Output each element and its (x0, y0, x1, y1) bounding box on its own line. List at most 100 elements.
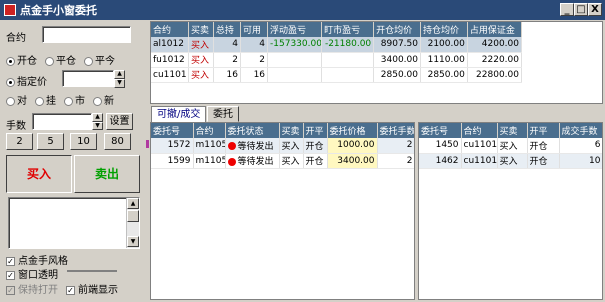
sell-button[interactable]: 卖出 (74, 155, 140, 193)
status-text: 等待发出 (237, 141, 274, 152)
contract-input[interactable] (42, 26, 131, 43)
ord-col-price[interactable]: 委托价格 (327, 123, 378, 138)
settings-button[interactable]: 设置 (106, 113, 133, 130)
qty-up-icon[interactable]: ▲ (92, 113, 103, 122)
price-type-group: 对 挂 市 新 (6, 92, 114, 107)
cell: cu1101 (461, 153, 498, 169)
cell: 买入 (279, 153, 304, 169)
radio-open-label: 开仓 (17, 56, 37, 67)
radio-open[interactable]: 开仓 (6, 52, 37, 67)
radio-new-icon (93, 96, 102, 106)
keep-open-checkbox: ✓ 保持打开 (6, 281, 58, 296)
table-row[interactable]: al1012 买入 4 4 -157330.00 -21180.00 8907.… (151, 37, 523, 53)
radio-queue[interactable]: 挂 (35, 92, 56, 107)
quick-qty-2[interactable]: 5 (37, 133, 64, 150)
splitter-arrow-icon[interactable] (146, 140, 149, 148)
pos-col-float[interactable]: 浮动盈亏 (267, 22, 323, 37)
ord-col-status[interactable]: 委托状态 (225, 123, 280, 138)
trd-col-qty[interactable]: 成交手数 (559, 123, 602, 138)
cell: 开仓 (527, 138, 560, 154)
cell: 4 (240, 37, 269, 53)
price-input[interactable] (62, 70, 114, 87)
front-checkbox[interactable]: ✓ 前端显示 (66, 281, 118, 296)
cell: m1105 (193, 153, 226, 169)
buy-button[interactable]: 买入 (6, 155, 72, 193)
ord-col-id[interactable]: 委托号 (151, 123, 194, 138)
pos-col-side[interactable]: 买卖 (188, 22, 214, 37)
cell: fu1012 (151, 52, 189, 68)
ord-col-side[interactable]: 买卖 (279, 123, 304, 138)
quick-qty-4[interactable]: 80 (104, 133, 131, 150)
cell: 买入 (497, 138, 528, 154)
scroll-up-icon[interactable]: ▲ (127, 198, 139, 209)
cell: 1572 (151, 138, 194, 154)
cell: m1105 (193, 138, 226, 154)
tab-orders[interactable]: 委托 (207, 106, 239, 122)
minimize-button[interactable]: _ (560, 3, 574, 16)
ord-col-contract[interactable]: 合约 (193, 123, 226, 138)
orders-header-row: 委托号 合约 委托状态 买卖 开平 委托价格 委托手数 (151, 123, 414, 138)
cell: 2100.00 (420, 37, 468, 53)
cell: 1110.00 (420, 52, 468, 68)
price-up-icon[interactable]: ▲ (114, 70, 125, 79)
trd-col-contract[interactable]: 合约 (461, 123, 498, 138)
quick-qty-3[interactable]: 10 (70, 133, 97, 150)
tab-cancelable[interactable]: 可撤/成交 (151, 106, 207, 122)
pos-col-contract[interactable]: 合约 (151, 22, 189, 37)
positions-header-row: 合约 买卖 总持 可用 浮动盈亏 盯市盈亏 开仓均价 持仓均价 占用保证金 (151, 22, 523, 37)
scroll-thumb[interactable] (127, 210, 139, 222)
window-title: 点金手小窗委托 (20, 4, 97, 17)
radio-closetoday-label: 平今 (95, 56, 115, 67)
transparent-label: 窗口透明 (18, 270, 58, 281)
qty-input[interactable] (32, 113, 92, 130)
trd-col-side[interactable]: 买卖 (497, 123, 528, 138)
radio-limit[interactable]: 指定价 (6, 73, 47, 88)
radio-closetoday-icon (84, 56, 93, 66)
cell: cu1101 (151, 67, 189, 83)
radio-market-label: 市 (75, 96, 85, 107)
cell: 1450 (419, 138, 462, 154)
radio-close[interactable]: 平仓 (45, 52, 76, 67)
price-down-icon[interactable]: ▼ (114, 79, 125, 88)
pos-col-total[interactable]: 总持 (213, 22, 241, 37)
cell: 2850.00 (373, 67, 421, 83)
radio-close-icon (45, 56, 54, 66)
cell: 2 (377, 153, 414, 169)
radio-opp[interactable]: 对 (6, 92, 27, 107)
transparent-check-icon: ✓ (6, 270, 15, 280)
ord-col-offset[interactable]: 开平 (303, 123, 328, 138)
quick-qty-1[interactable]: 2 (6, 133, 33, 150)
maximize-button[interactable]: □ (574, 3, 588, 16)
scroll-down-icon[interactable]: ▼ (127, 236, 139, 247)
log-scrollbar[interactable]: ▲ ▼ (126, 198, 139, 248)
transparency-slider[interactable] (67, 270, 117, 272)
qty-down-icon[interactable]: ▼ (92, 122, 103, 130)
title-bar: 点金手小窗委托 _ □ X (0, 0, 605, 20)
radio-new[interactable]: 新 (93, 92, 114, 107)
table-row[interactable]: 1450 cu1101 买入 开仓 6 (419, 138, 602, 154)
table-row[interactable]: 1599 m1105 等待发出 买入 开仓 3400.00 2 (151, 153, 414, 169)
transparent-checkbox[interactable]: ✓ 窗口透明 (6, 266, 58, 281)
table-row[interactable]: 1572 m1105 等待发出 买入 开仓 1000.00 2 (151, 138, 414, 154)
ord-col-qty[interactable]: 委托手数 (377, 123, 414, 138)
trd-col-offset[interactable]: 开平 (527, 123, 560, 138)
table-row[interactable]: 1462 cu1101 买入 开仓 10 (419, 153, 602, 169)
pos-col-open-avg[interactable]: 开仓均价 (373, 22, 421, 37)
table-row[interactable]: cu1101 买入 16 16 2850.00 2850.00 22800.00 (151, 67, 523, 83)
cell: 开仓 (527, 153, 560, 169)
pos-col-mtm[interactable]: 盯市盈亏 (321, 22, 375, 37)
cell: 开仓 (303, 153, 328, 169)
cell: 8907.50 (373, 37, 421, 53)
table-row[interactable]: fu1012 买入 2 2 3400.00 1110.00 2220.00 (151, 52, 523, 68)
radio-closetoday[interactable]: 平今 (84, 52, 115, 67)
close-button[interactable]: X (588, 3, 602, 16)
pos-col-avail[interactable]: 可用 (240, 22, 269, 37)
order-panel: 合约 开仓 平仓 平今 指定价 ▲ ▼ 对 挂 市 新 手数 ▲ ▼ 设置 2 … (2, 21, 146, 300)
pos-col-margin[interactable]: 占用保证金 (467, 22, 523, 37)
status-text: 等待发出 (237, 157, 274, 167)
radio-market[interactable]: 市 (64, 92, 85, 107)
trd-col-id[interactable]: 委托号 (419, 123, 462, 138)
style-checkbox[interactable]: ✓ 点金手风格 (6, 252, 68, 267)
pos-col-hold-avg[interactable]: 持仓均价 (420, 22, 468, 37)
style-check-icon: ✓ (6, 256, 15, 266)
